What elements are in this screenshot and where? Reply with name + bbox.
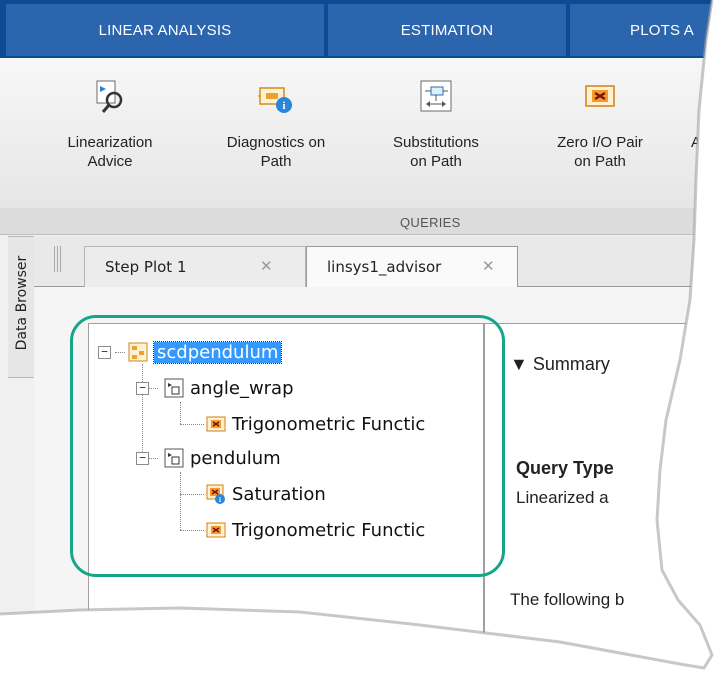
zero-io-pair-label-2: on Path [574, 153, 626, 170]
diagnostics-icon: i [258, 87, 292, 113]
truncated-button-label: A [690, 134, 701, 151]
summary-section-header[interactable]: ▼ Summary [510, 354, 610, 375]
diagnostics-label-1: Diagnostics on [226, 134, 326, 151]
tab-step-plot-1[interactable]: Step Plot 1 ✕ [84, 246, 306, 287]
document-tab-bar: Step Plot 1 ✕ linsys1_advisor ✕ [34, 236, 712, 288]
tab-linsys1-advisor-label: linsys1_advisor [327, 258, 442, 276]
svg-text:i: i [282, 100, 285, 112]
diagnostics-on-path-button[interactable]: i Diagnostics on Path [196, 58, 356, 198]
tab-linsys1-advisor[interactable]: linsys1_advisor ✕ [306, 246, 518, 288]
truncated-ribbon-button[interactable]: A [676, 58, 712, 198]
ribbon-tab-strip: LINEAR ANALYSIS ESTIMATION PLOTS A [0, 0, 712, 58]
linearization-advice-icon [96, 80, 123, 113]
following-blocks-text: The following b [510, 590, 625, 609]
ribbon-section-label: QUERIES [0, 208, 712, 235]
queries-section-title: QUERIES [400, 215, 461, 230]
highlight-annotation [70, 315, 505, 577]
substitutions-label-1: Substitutions [393, 134, 479, 151]
close-icon[interactable]: ✕ [482, 257, 495, 275]
tab-plots[interactable]: PLOTS A [570, 4, 712, 56]
tab-grip-handle[interactable] [54, 246, 62, 272]
data-browser-label: Data Browser [14, 255, 30, 351]
substitutions-icon [420, 80, 452, 112]
linearization-advice-label-2: Advice [87, 153, 133, 170]
more-info-text: For more i [510, 654, 588, 673]
close-icon[interactable]: ✕ [260, 257, 273, 275]
substitutions-label-2: on Path [410, 153, 462, 170]
app-window: LINEAR ANALYSIS ESTIMATION PLOTS A Linea… [0, 0, 712, 673]
linearization-advice-label-1: Linearization [67, 134, 153, 151]
tab-step-plot-1-label: Step Plot 1 [105, 258, 187, 276]
ribbon-toolbar: Linearization Advice i Diagnostics on Pa… [0, 58, 712, 209]
screenshot-scene: LINEAR ANALYSIS ESTIMATION PLOTS A Linea… [0, 0, 725, 679]
linearized-text: Linearized a [516, 488, 609, 507]
zero-io-pair-button[interactable]: Zero I/O Pair on Path [530, 58, 670, 198]
tab-estimation[interactable]: ESTIMATION [328, 4, 566, 56]
diagnostics-label-2: Path [260, 153, 292, 170]
zero-io-pair-icon [585, 85, 615, 107]
tab-linear-analysis[interactable]: LINEAR ANALYSIS [6, 4, 324, 56]
substitutions-on-path-button[interactable]: Substitutions on Path [366, 58, 506, 198]
query-type-heading: Query Type [516, 458, 614, 478]
data-browser-side-tab[interactable]: Data Browser [8, 236, 35, 378]
linearization-advice-button[interactable]: Linearization Advice [40, 58, 180, 198]
zero-io-pair-label-1: Zero I/O Pair [557, 134, 643, 151]
